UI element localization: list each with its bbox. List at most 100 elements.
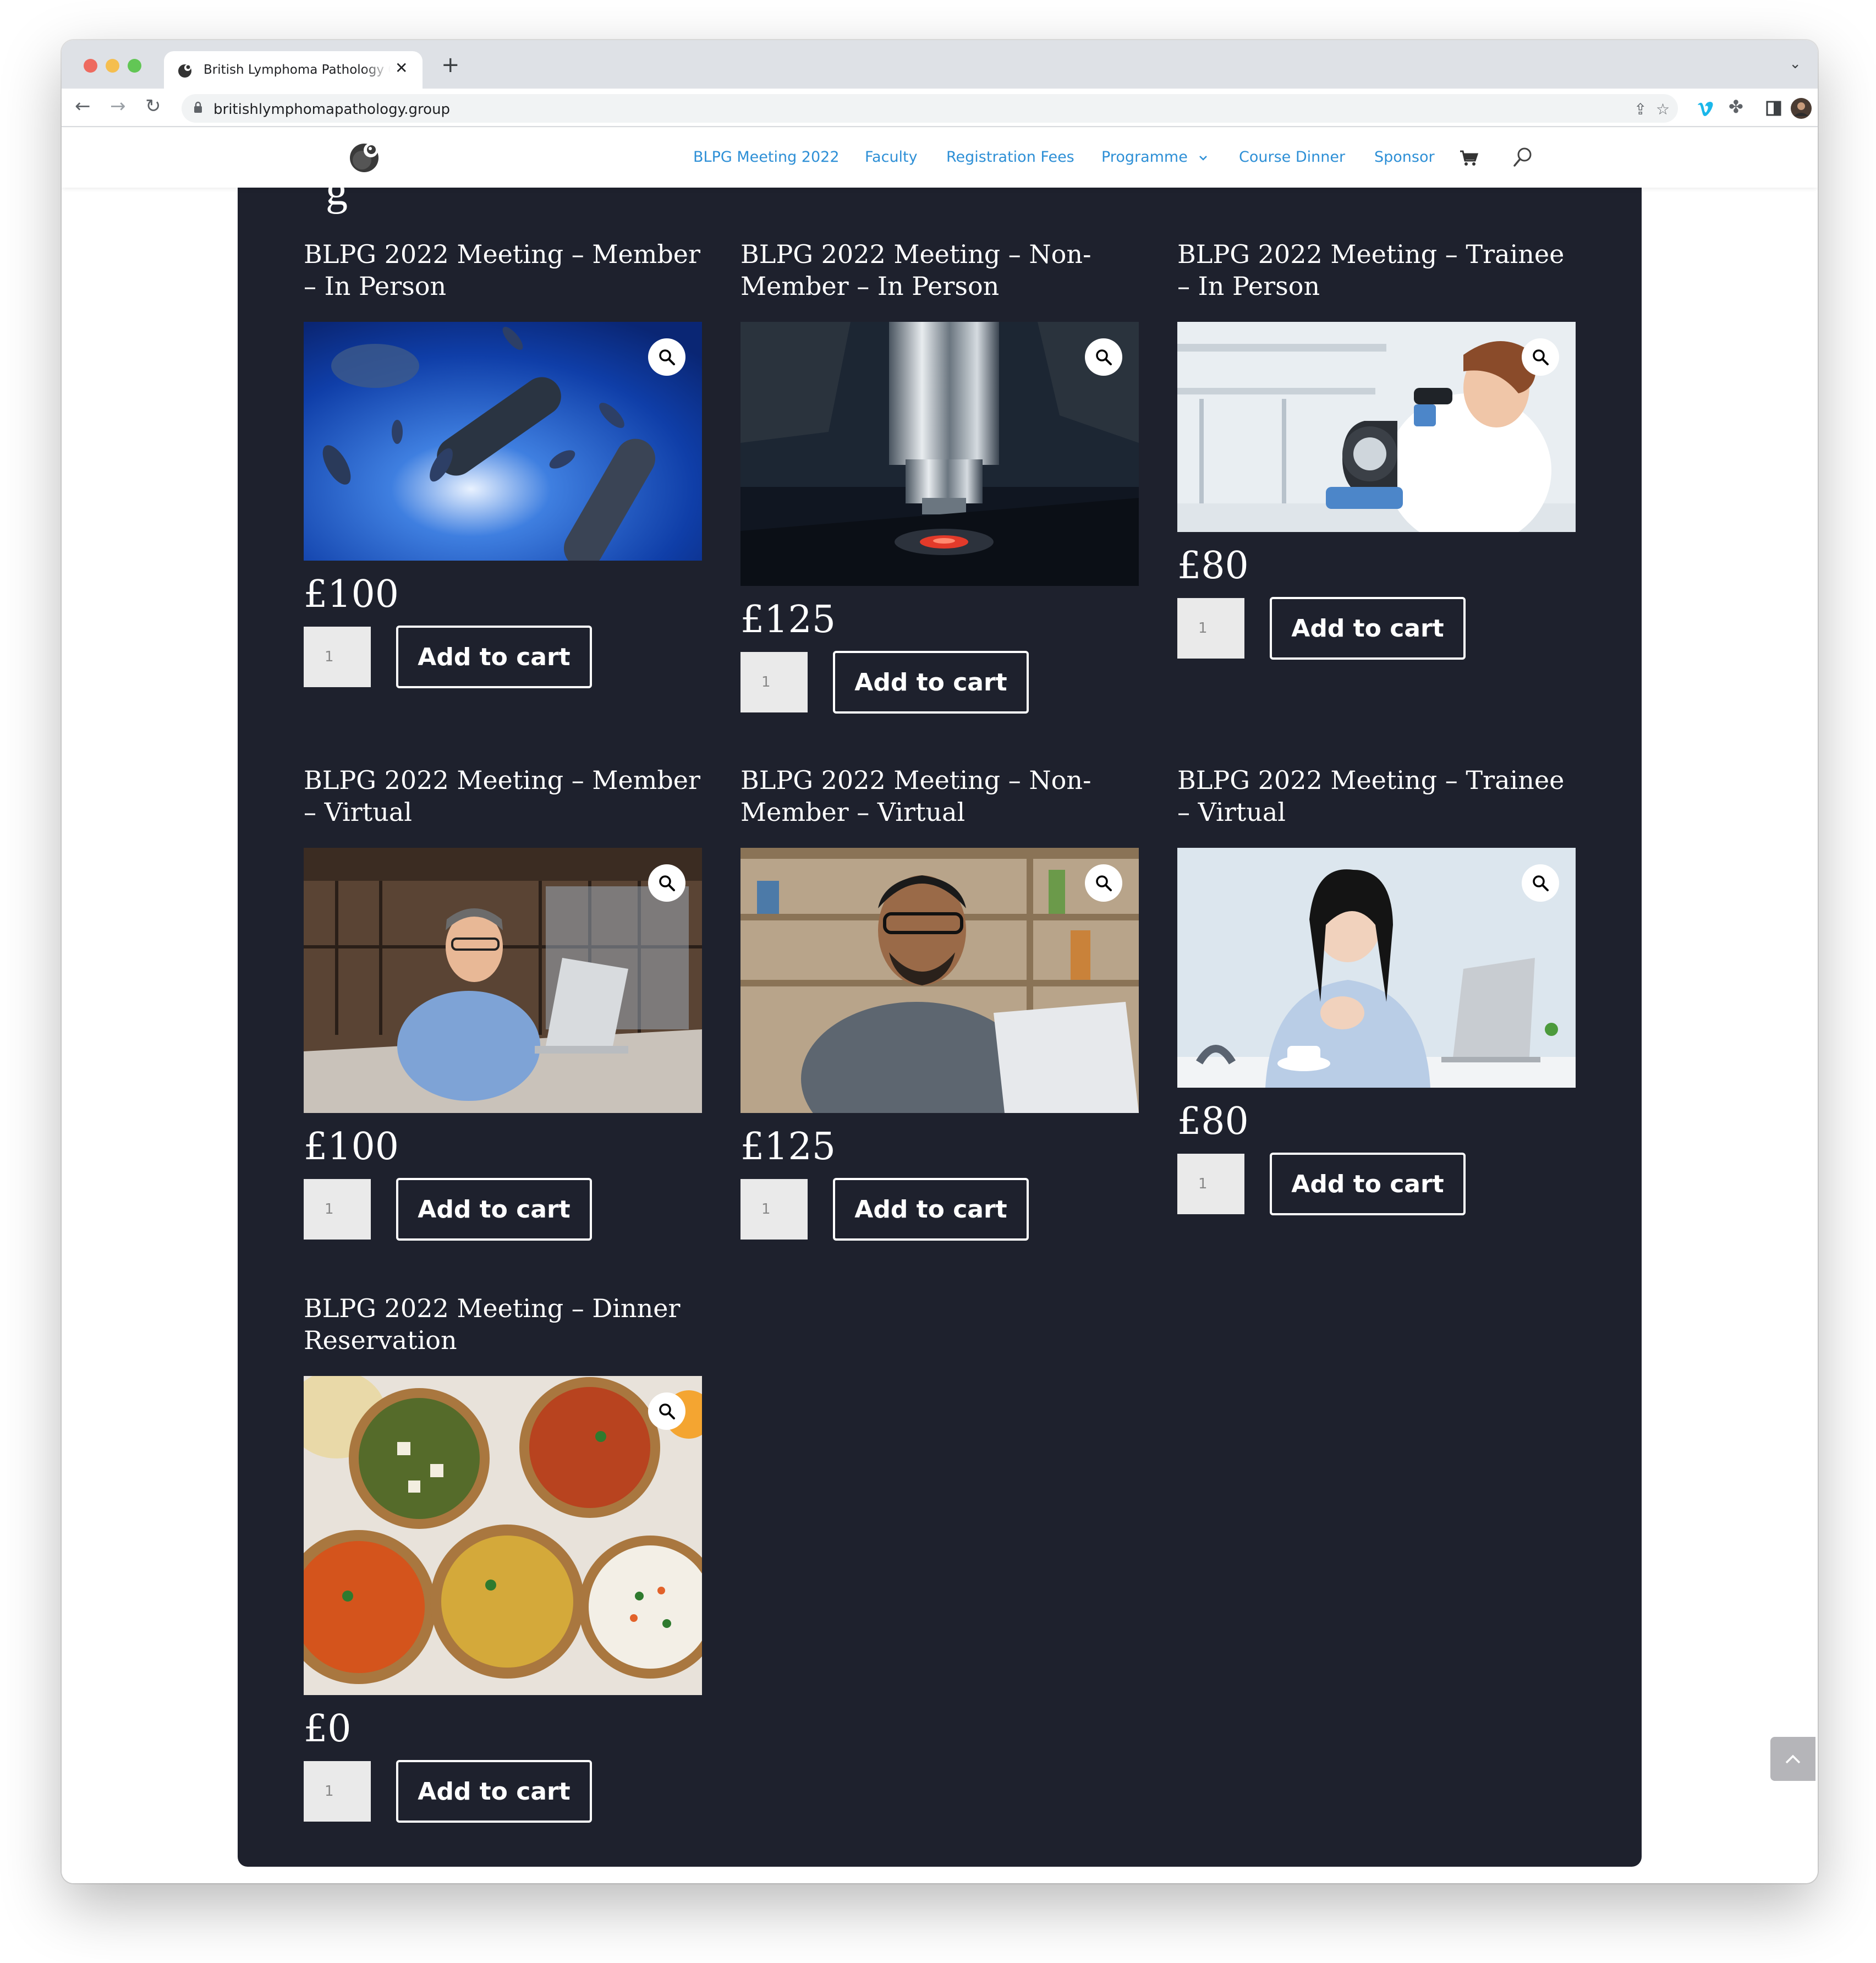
- magnifier-icon: [1096, 349, 1112, 365]
- tab-title: British Lymphoma Pathology Group: [204, 63, 391, 77]
- close-window-button[interactable]: [84, 59, 97, 73]
- chevron-up-icon: [1785, 1754, 1801, 1764]
- tab-search-icon[interactable]: ⌄: [1789, 56, 1801, 72]
- product-title[interactable]: BLPG 2022 Meeting – Trainee – In Person: [1177, 238, 1576, 302]
- url-text: britishlymphomapathology.group: [213, 101, 451, 118]
- add-to-cart-button[interactable]: Add to cart: [1270, 597, 1466, 660]
- extensions-icon[interactable]: ✤: [1729, 96, 1743, 117]
- tab-strip: British Lymphoma Pathology Group ✕ + ⌄: [62, 40, 1818, 89]
- quantity-input[interactable]: [740, 1179, 808, 1240]
- add-to-cart-row: Add to cart: [1177, 597, 1576, 660]
- back-icon[interactable]: ←: [75, 95, 91, 117]
- reload-icon[interactable]: ↻: [145, 95, 161, 117]
- product-card-dinner-reservation: BLPG 2022 Meeting – Dinner Reservation £…: [304, 1292, 702, 1823]
- product-image-woman-laptop[interactable]: [1177, 848, 1576, 1088]
- quantity-input[interactable]: [1177, 598, 1244, 659]
- product-price: £125: [740, 598, 836, 641]
- add-to-cart-row: Add to cart: [304, 626, 702, 688]
- product-title[interactable]: BLPG 2022 Meeting – Trainee – Virtual: [1177, 764, 1576, 828]
- product-card-non-member-virtual: BLPG 2022 Meeting – Non-Member – Virtual: [740, 764, 1139, 1241]
- new-tab-button[interactable]: +: [441, 52, 460, 78]
- share-icon[interactable]: ⇪: [1634, 100, 1647, 118]
- nav-item-faculty[interactable]: Faculty: [865, 149, 918, 166]
- add-to-cart-button[interactable]: Add to cart: [833, 651, 1029, 714]
- bacteria-illustration: [304, 322, 702, 561]
- product-card-trainee-in-person: BLPG 2022 Meeting – Trainee – In Person: [1177, 238, 1576, 660]
- zoom-button[interactable]: [648, 864, 685, 902]
- site-logo[interactable]: [348, 139, 383, 174]
- product-price: £80: [1177, 544, 1249, 588]
- search-icon[interactable]: [1513, 147, 1533, 168]
- product-title[interactable]: BLPG 2022 Meeting – Dinner Reservation: [304, 1292, 702, 1356]
- website: BLPG Meeting 2022 Faculty Registration F…: [62, 128, 1818, 1883]
- nav-item-course-dinner[interactable]: Course Dinner: [1239, 149, 1345, 166]
- tab-close-icon[interactable]: ✕: [395, 59, 408, 77]
- product-title[interactable]: BLPG 2022 Meeting – Member – In Person: [304, 238, 702, 302]
- quantity-input[interactable]: [1177, 1154, 1244, 1214]
- product-card-member-in-person: BLPG 2022 Meeting – Member – In Person £…: [304, 238, 702, 688]
- zoom-button[interactable]: [1085, 338, 1122, 376]
- browser-tab[interactable]: British Lymphoma Pathology Group ✕: [164, 51, 423, 89]
- star-icon[interactable]: ☆: [1656, 100, 1670, 118]
- product-image-office-man[interactable]: [304, 848, 702, 1113]
- zoom-button[interactable]: [1522, 338, 1559, 376]
- profile-avatar-icon[interactable]: [1790, 97, 1812, 119]
- address-bar[interactable]: britishlymphomapathology.group ⇪ ☆: [182, 94, 1678, 123]
- woman-at-desk-photo: [1177, 848, 1576, 1088]
- product-image-curry[interactable]: [304, 1376, 702, 1695]
- maximize-window-button[interactable]: [128, 59, 141, 73]
- side-panel-icon[interactable]: [1766, 101, 1781, 116]
- curry-dishes-photo: [304, 1376, 702, 1695]
- product-image-headset-man[interactable]: [740, 848, 1139, 1113]
- nav-item-blpg-meeting-2022[interactable]: BLPG Meeting 2022: [693, 149, 840, 166]
- magnifier-icon: [659, 349, 675, 365]
- vimeo-icon[interactable]: [1697, 100, 1715, 117]
- quantity-input[interactable]: [740, 652, 808, 712]
- product-title[interactable]: BLPG 2022 Meeting – Member – Virtual: [304, 764, 702, 828]
- quantity-input[interactable]: [304, 1179, 371, 1240]
- add-to-cart-row: Add to cart: [740, 1178, 1139, 1241]
- product-card-member-virtual: BLPG 2022 Meeting – Member – Virtual £10…: [304, 764, 702, 1241]
- site-favicon-icon: [178, 64, 191, 78]
- add-to-cart-button[interactable]: Add to cart: [396, 1178, 592, 1241]
- magnifier-icon: [1533, 875, 1549, 891]
- add-to-cart-button[interactable]: Add to cart: [833, 1178, 1029, 1241]
- quantity-input[interactable]: [304, 1761, 371, 1822]
- browser-window: British Lymphoma Pathology Group ✕ + ⌄ ←…: [62, 40, 1818, 1883]
- add-to-cart-button[interactable]: Add to cart: [396, 626, 592, 688]
- product-card-non-member-in-person: BLPG 2022 Meeting – Non-Member – In Pers…: [740, 238, 1139, 714]
- cart-icon[interactable]: [1459, 149, 1479, 167]
- product-card-trainee-virtual: BLPG 2022 Meeting – Trainee – Virtual £8…: [1177, 764, 1576, 1215]
- forward-icon[interactable]: →: [110, 95, 126, 117]
- quantity-input[interactable]: [304, 627, 371, 687]
- product-image-scientist[interactable]: [1177, 322, 1576, 532]
- add-to-cart-row: Add to cart: [1177, 1153, 1576, 1215]
- site-header: BLPG Meeting 2022 Faculty Registration F…: [62, 128, 1818, 188]
- cutoff-heading-fragment: g: [326, 188, 348, 215]
- nav-item-registration-fees[interactable]: Registration Fees: [946, 149, 1074, 166]
- product-title[interactable]: BLPG 2022 Meeting – Non-Member – In Pers…: [740, 238, 1139, 302]
- product-price: £100: [304, 573, 399, 616]
- zoom-button[interactable]: [648, 1392, 685, 1430]
- zoom-button[interactable]: [1085, 864, 1122, 902]
- scientist-microscope-photo: [1177, 322, 1576, 532]
- add-to-cart-button[interactable]: Add to cart: [1270, 1153, 1466, 1215]
- product-price: £80: [1177, 1100, 1249, 1143]
- nav-item-programme[interactable]: Programme: [1101, 149, 1188, 166]
- add-to-cart-button[interactable]: Add to cart: [396, 1760, 592, 1823]
- product-price: £0: [304, 1707, 352, 1751]
- scroll-to-top-button[interactable]: [1770, 1737, 1815, 1781]
- magnifier-icon: [659, 875, 675, 891]
- lock-icon: [194, 101, 202, 113]
- product-image-bacteria[interactable]: [304, 322, 702, 561]
- zoom-button[interactable]: [1522, 864, 1559, 902]
- nav-item-sponsor[interactable]: Sponsor: [1374, 149, 1435, 166]
- zoom-button[interactable]: [648, 338, 685, 376]
- magnifier-icon: [659, 1403, 675, 1419]
- product-title[interactable]: BLPG 2022 Meeting – Non-Member – Virtual: [740, 764, 1139, 828]
- product-price: £125: [740, 1125, 836, 1169]
- minimize-window-button[interactable]: [106, 59, 119, 73]
- product-price: £100: [304, 1125, 399, 1169]
- product-image-microscope[interactable]: [740, 322, 1139, 586]
- browser-toolbar: ← → ↻ britishlymphomapathology.group ⇪ ☆…: [62, 89, 1818, 127]
